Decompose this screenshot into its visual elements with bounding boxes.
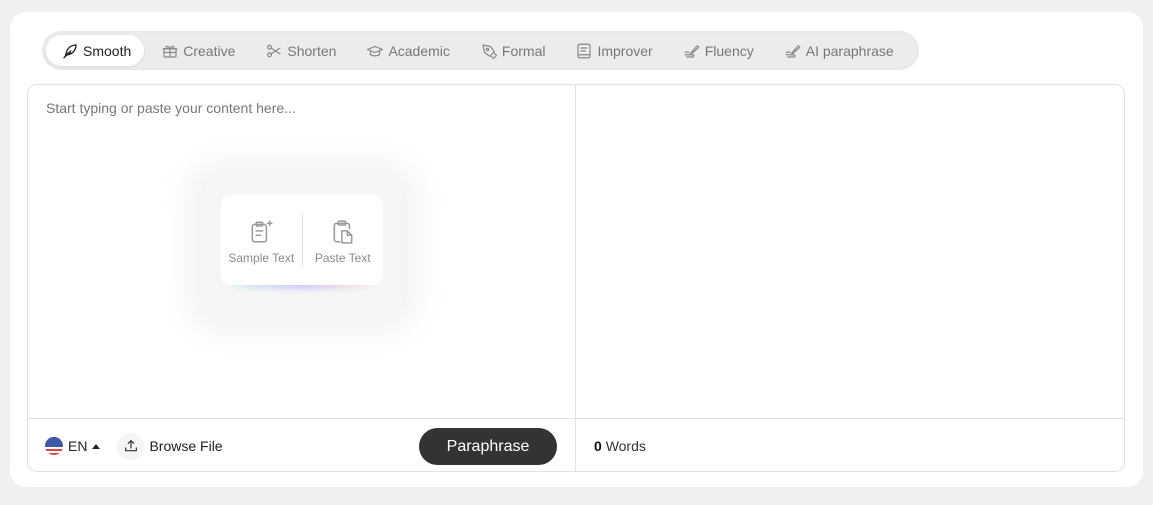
input-pane: Sample Text Paste Text EN [28, 85, 576, 471]
tab-smooth[interactable]: Smooth [46, 35, 145, 66]
gift-icon [162, 45, 178, 58]
tab-label: Academic [388, 42, 450, 59]
tab-formal[interactable]: Formal [465, 35, 559, 66]
paste-text-button[interactable]: Paste Text [303, 215, 384, 265]
tab-label: AI paraphrase [805, 42, 894, 59]
scissors-icon [267, 44, 281, 57]
input-footer: EN Browse File Paraphrase [28, 418, 575, 471]
tab-label: Smooth [83, 42, 132, 59]
tab-academic[interactable]: Academic [351, 35, 462, 66]
output-area [576, 85, 1124, 418]
paraphraser-card: Smooth Creative Shorten Academic Formal … [10, 12, 1143, 487]
tab-ai-paraphrase[interactable]: AI paraphrase [769, 35, 907, 66]
tab-label: Formal [501, 42, 546, 59]
tab-improver[interactable]: Improver [560, 35, 665, 66]
language-selector[interactable]: EN [45, 437, 101, 455]
quick-actions: Sample Text Paste Text [221, 195, 383, 285]
book-icon [577, 43, 592, 58]
signature-pen-icon [785, 44, 801, 58]
feather-icon [63, 43, 77, 58]
editor: Sample Text Paste Text EN [27, 84, 1125, 472]
tab-fluency[interactable]: Fluency [668, 35, 767, 66]
tab-label: Creative [183, 42, 236, 59]
paste-text-label: Paste Text [314, 251, 371, 265]
us-flag-icon [45, 437, 63, 455]
tab-label: Fluency [704, 42, 754, 59]
mode-tabs: Smooth Creative Shorten Academic Formal … [42, 31, 919, 70]
signature-pen-icon [684, 44, 700, 58]
clipboard-paste-icon [333, 220, 353, 244]
caret-up-icon [92, 443, 101, 449]
word-count: 0 Words [594, 438, 646, 454]
pen-nib-icon [482, 43, 498, 59]
clipboard-plus-icon [251, 220, 273, 243]
browse-file-label: Browse File [149, 438, 223, 454]
browse-file-button[interactable]: Browse File [117, 432, 223, 460]
word-count-label: Words [605, 438, 646, 454]
tab-label: Shorten [287, 42, 337, 59]
graduation-cap-icon [367, 45, 384, 56]
sample-text-button[interactable]: Sample Text [221, 215, 302, 265]
tab-label: Improver [597, 42, 653, 59]
tab-shorten[interactable]: Shorten [250, 35, 349, 66]
sample-text-label: Sample Text [228, 251, 295, 265]
language-label: EN [68, 438, 88, 454]
word-count-value: 0 [594, 438, 602, 454]
output-footer: 0 Words [576, 418, 1124, 471]
paraphrase-button[interactable]: Paraphrase [419, 428, 557, 465]
upload-icon [117, 432, 145, 460]
tab-creative[interactable]: Creative [146, 35, 248, 66]
output-pane: 0 Words [576, 85, 1124, 471]
